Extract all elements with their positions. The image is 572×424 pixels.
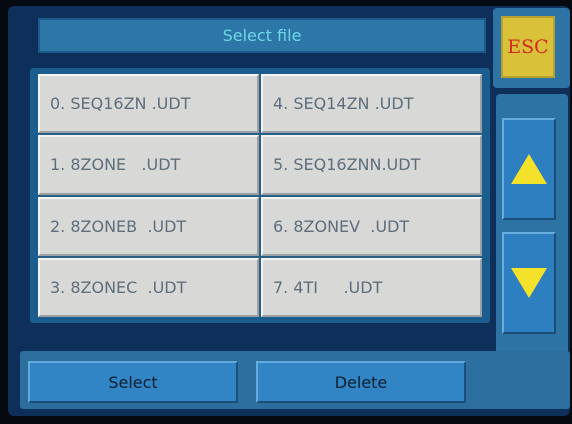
- title-bar: Select file: [38, 18, 486, 53]
- file-item[interactable]: 2. 8ZONEB .UDT: [38, 196, 259, 256]
- delete-button[interactable]: Delete: [256, 361, 466, 403]
- screen-title: Select file: [222, 26, 302, 45]
- scroll-up-button[interactable]: [502, 118, 556, 220]
- select-button[interactable]: Select: [28, 361, 238, 403]
- file-item[interactable]: 1. 8ZONE .UDT: [38, 135, 259, 195]
- file-item[interactable]: 0. SEQ16ZN .UDT: [38, 74, 259, 134]
- file-item[interactable]: 5. SEQ16ZNN.UDT: [261, 135, 482, 195]
- file-list: 0. SEQ16ZN .UDT 4. SEQ14ZN .UDT 1. 8ZONE…: [38, 74, 482, 317]
- file-item[interactable]: 7. 4TI .UDT: [261, 257, 482, 317]
- file-grid-panel: 0. SEQ16ZN .UDT 4. SEQ14ZN .UDT 1. 8ZONE…: [30, 68, 490, 323]
- esc-frame: ESC: [493, 8, 570, 88]
- file-item[interactable]: 3. 8ZONEC .UDT: [38, 257, 259, 317]
- scroll-frame: [496, 94, 568, 356]
- triangle-up-icon: [511, 154, 547, 184]
- scroll-down-button[interactable]: [502, 232, 556, 334]
- esc-button[interactable]: ESC: [501, 16, 555, 78]
- file-select-screen: Select file ESC 0. SEQ16ZN .UDT 4. SEQ14…: [8, 6, 570, 416]
- bottom-action-bar: Select Delete: [20, 351, 570, 409]
- file-item[interactable]: 4. SEQ14ZN .UDT: [261, 74, 482, 134]
- triangle-down-icon: [511, 268, 547, 298]
- file-item[interactable]: 6. 8ZONEV .UDT: [261, 196, 482, 256]
